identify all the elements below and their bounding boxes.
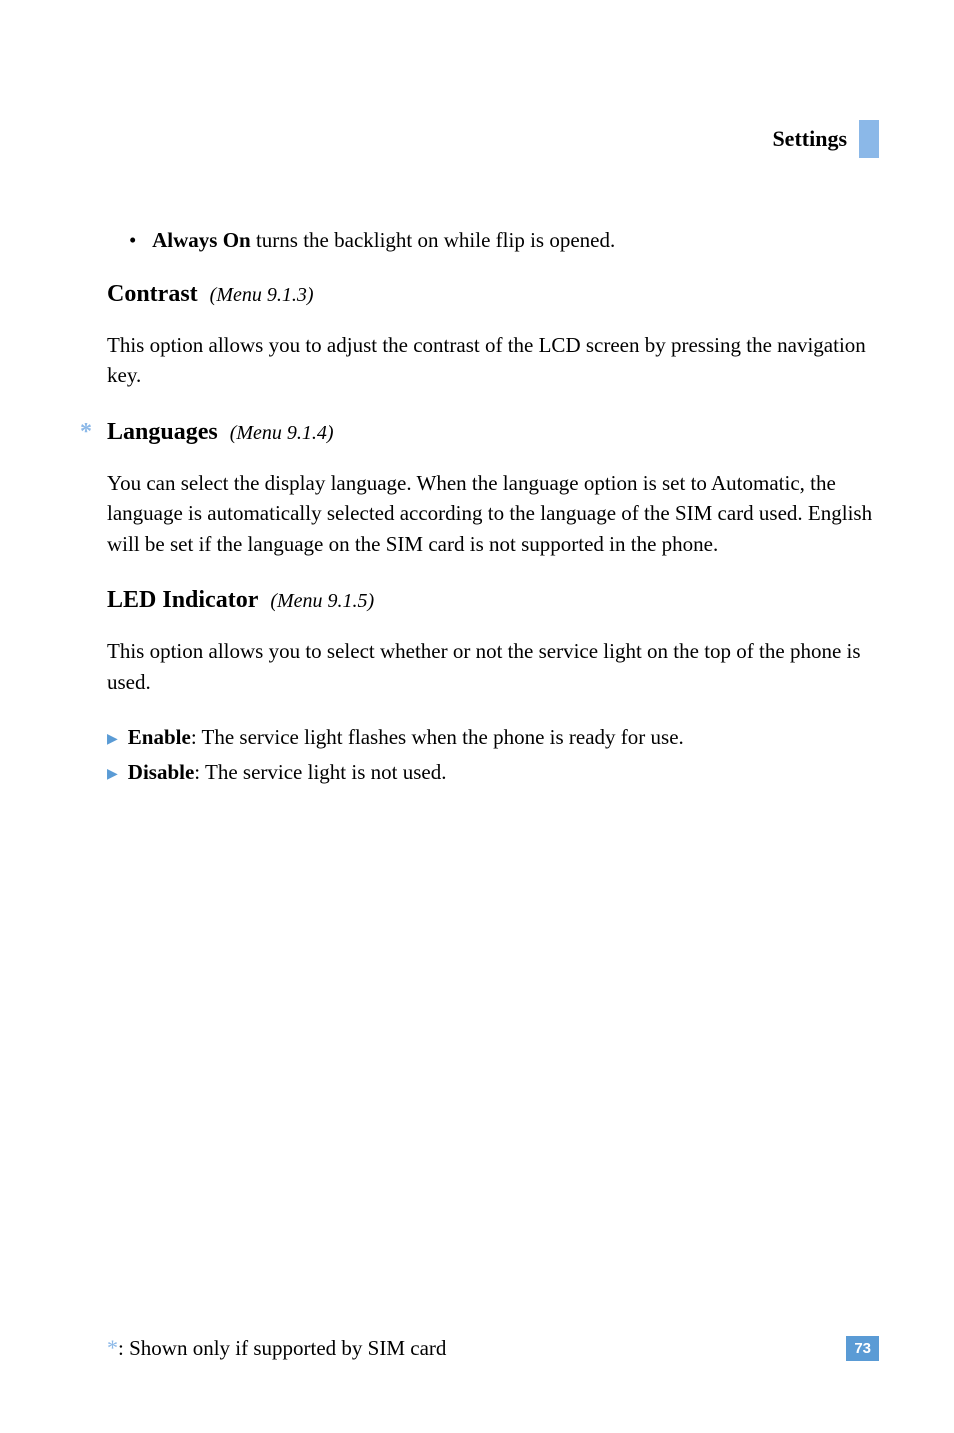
- contrast-menu-ref: (Menu 9.1.3): [210, 284, 314, 306]
- contrast-body: This option allows you to adjust the con…: [107, 330, 879, 391]
- list-item: ▶ Enable: The service light flashes when…: [107, 725, 879, 750]
- languages-section: * Languages (Menu 9.1.4): [107, 419, 879, 446]
- contrast-heading: Contrast (Menu 9.1.3): [107, 281, 879, 308]
- languages-menu-ref: (Menu 9.1.4): [230, 422, 334, 444]
- bullet-bold-text: Always On: [152, 228, 251, 252]
- asterisk-icon: *: [80, 419, 92, 446]
- languages-heading-text: Languages: [107, 419, 218, 445]
- page-header: Settings: [772, 120, 879, 158]
- page-number: 73: [846, 1336, 879, 1361]
- footer-note-text: Shown only if supported by SIM card: [129, 1336, 446, 1360]
- list-item: ▶ Disable: The service light is not used…: [107, 760, 879, 785]
- footer-note-container: *: Shown only if supported by SIM card: [107, 1335, 446, 1361]
- languages-heading: Languages (Menu 9.1.4): [107, 419, 879, 446]
- led-heading: LED Indicator (Menu 9.1.5): [107, 587, 879, 614]
- page-footer: *: Shown only if supported by SIM card 7…: [107, 1335, 879, 1361]
- footer-colon: :: [118, 1336, 124, 1360]
- header-accent-block: [859, 120, 879, 158]
- list-item-text: Disable: The service light is not used.: [128, 760, 447, 785]
- list-item-text: Enable: The service light flashes when t…: [128, 725, 684, 750]
- list-item-rest: : The service light is not used.: [194, 760, 446, 784]
- triangle-icon: ▶: [107, 731, 118, 748]
- led-menu-ref: (Menu 9.1.5): [270, 590, 374, 612]
- list-item-rest: : The service light flashes when the pho…: [191, 725, 684, 749]
- bullet-rest-text: turns the backlight on while flip is ope…: [251, 228, 616, 252]
- languages-body: You can select the display language. Whe…: [107, 468, 879, 559]
- bullet-marker: •: [129, 228, 136, 252]
- list-item-bold: Enable: [128, 725, 191, 749]
- header-title: Settings: [772, 126, 847, 152]
- footer-asterisk-icon: *: [107, 1335, 118, 1360]
- triangle-icon: ▶: [107, 766, 118, 783]
- led-body: This option allows you to select whether…: [107, 636, 879, 697]
- bullet-always-on: • Always On turns the backlight on while…: [107, 228, 879, 253]
- contrast-heading-text: Contrast: [107, 281, 198, 307]
- list-item-bold: Disable: [128, 760, 195, 784]
- page-content: • Always On turns the backlight on while…: [107, 228, 879, 795]
- led-heading-text: LED Indicator: [107, 587, 258, 613]
